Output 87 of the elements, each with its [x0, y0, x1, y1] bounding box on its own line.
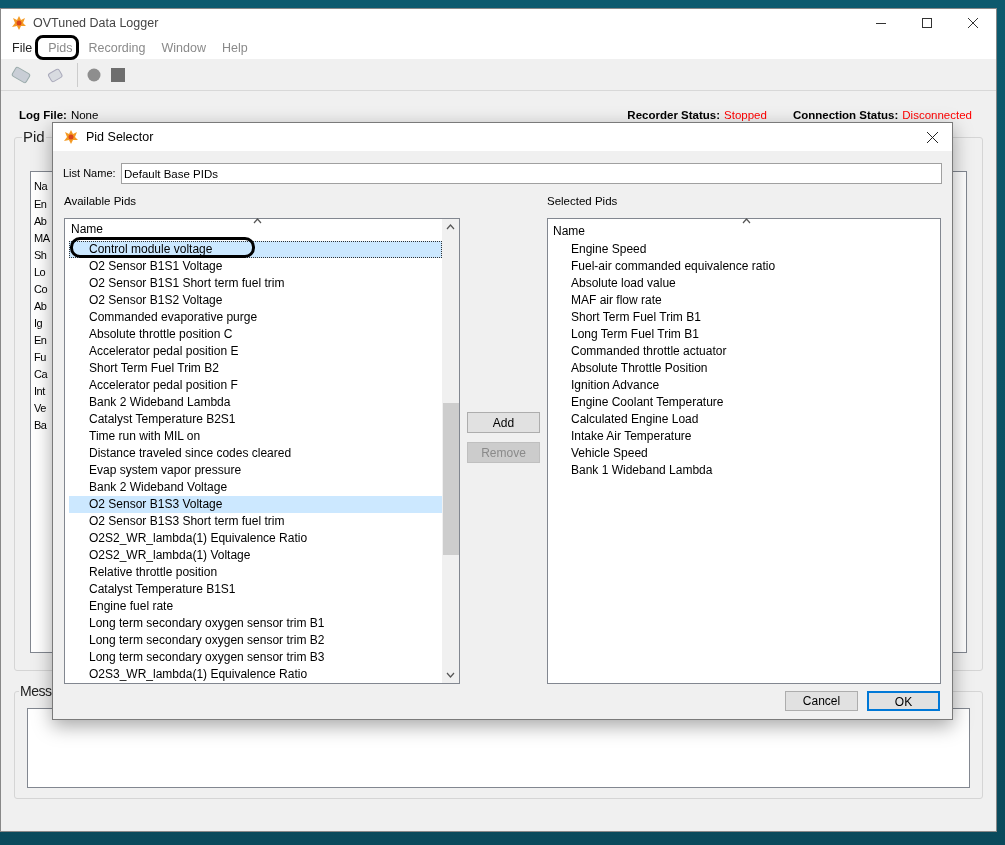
list-item[interactable]: Ca [34, 365, 48, 383]
list-item[interactable]: Lo [34, 263, 46, 281]
list-item[interactable]: Calculated Engine Load [552, 411, 940, 429]
list-item[interactable]: O2 Sensor B1S1 Short term fuel trim [69, 275, 442, 293]
list-item[interactable]: O2S3_WR_lambda(1) Equivalence Ratio [69, 666, 442, 684]
list-item[interactable]: Ve [34, 399, 46, 417]
list-item[interactable]: Engine Speed [552, 241, 940, 259]
list-item[interactable]: Commanded throttle actuator [552, 343, 940, 361]
list-item[interactable]: Evap system vapor pressure [69, 462, 442, 480]
list-item[interactable]: O2S2_WR_lambda(1) Equivalence Ratio [69, 530, 442, 548]
list-item[interactable]: MA [34, 229, 50, 247]
list-item[interactable]: O2 Sensor B1S3 Voltage [69, 496, 442, 514]
list-item[interactable]: En [34, 331, 47, 349]
list-item[interactable]: Long term secondary oxygen sensor trim B2 [69, 632, 442, 650]
flame-icon [11, 15, 27, 31]
column-header: Name [69, 219, 442, 242]
list-item[interactable]: Long term secondary oxygen sensor trim B3 [69, 649, 442, 667]
list-item[interactable]: Ig [34, 314, 43, 332]
list-item[interactable]: Time run with MIL on [69, 428, 442, 446]
close-icon [968, 18, 978, 28]
maximize-icon [922, 18, 932, 28]
list-label: Selected Pids [547, 194, 618, 209]
list-item[interactable]: Bank 1 Wideband Lambda [552, 462, 940, 480]
list-item[interactable]: Absolute throttle position C [69, 326, 442, 344]
dialog-title: Pid Selector [86, 128, 154, 146]
list-item[interactable]: Fuel-air commanded equivalence ratio [552, 258, 940, 276]
status-label: Recorder Status: [627, 108, 721, 123]
list-item[interactable]: O2S2_WR_lambda(1) Voltage [69, 547, 442, 565]
list-item[interactable]: O2 Sensor B1S2 Voltage [69, 292, 442, 310]
list-name-label: List Name: [63, 166, 117, 182]
column-header: Na [34, 178, 48, 194]
menu-item[interactable]: File [4, 38, 41, 58]
dialog-button[interactable]: OK [867, 691, 940, 712]
list-item[interactable]: Vehicle Speed [552, 445, 940, 463]
list-item[interactable]: Sh [34, 246, 47, 264]
record-icon[interactable] [86, 66, 102, 83]
list-item[interactable]: Accelerator pedal position F [69, 377, 442, 395]
list-item[interactable]: Ignition Advance [552, 377, 940, 395]
group-title: Pid [22, 127, 46, 148]
window-title: OVTuned Data Logger [33, 14, 159, 32]
log-file-label: Log File: [19, 108, 67, 123]
list-item[interactable]: Bank 2 Wideband Lambda [69, 394, 442, 412]
flame-icon [63, 129, 79, 145]
list-item[interactable]: Absolute Throttle Position [552, 360, 940, 378]
list-item[interactable]: Long Term Fuel Trim B1 [552, 326, 940, 344]
list-item[interactable]: MAF air flow rate [552, 292, 940, 310]
list-item[interactable]: Short Term Fuel Trim B2 [69, 360, 442, 378]
list-item[interactable]: O2 Sensor B1S1 Voltage [69, 258, 442, 276]
caret-icon [446, 672, 455, 679]
sort-caret-icon [253, 218, 262, 225]
list-item[interactable]: Long term secondary oxygen sensor trim B1 [69, 615, 442, 633]
list-item[interactable]: Accelerator pedal position E [69, 343, 442, 361]
list-item[interactable]: Short Term Fuel Trim B1 [552, 309, 940, 327]
list-item[interactable]: Intake Air Temperature [552, 428, 940, 446]
transfer-button[interactable]: Add [467, 412, 540, 434]
list-item[interactable]: O2 Sensor B1S3 Short term fuel trim [69, 513, 442, 531]
list-item[interactable]: Int [34, 382, 45, 400]
list-item[interactable]: En [34, 195, 47, 213]
close-icon [926, 131, 938, 143]
list-name-field[interactable]: Default Base PIDs [121, 163, 942, 184]
list-item[interactable]: Catalyst Temperature B1S1 [69, 581, 442, 599]
list-item[interactable]: Ba [34, 416, 47, 434]
scrollbar[interactable] [442, 219, 459, 684]
list-item[interactable]: Engine fuel rate [69, 598, 442, 616]
stop-icon[interactable] [110, 66, 126, 83]
list-item[interactable]: Fu [34, 348, 46, 366]
sort-caret-icon [742, 218, 751, 225]
list-label: Available Pids [64, 194, 138, 209]
status-value: Disconnected [902, 108, 972, 123]
scrollbar-thumb[interactable] [443, 403, 459, 556]
list-item[interactable]: Co [34, 280, 48, 298]
list-item[interactable]: Relative throttle position [69, 564, 442, 582]
list-item[interactable]: Ab [34, 212, 47, 230]
list-item[interactable]: Engine Coolant Temperature [552, 394, 940, 412]
status-label: Connection Status: [792, 108, 899, 123]
log-file-value: None [70, 108, 99, 123]
sort-caret-icon [446, 224, 455, 231]
status-value: Stopped [724, 108, 767, 123]
column-header: Name [552, 219, 940, 242]
list-item[interactable]: Ab [34, 297, 47, 315]
dialog-button[interactable]: Cancel [785, 691, 858, 712]
list-item[interactable]: Bank 2 Wideband Voltage [69, 479, 442, 497]
group-title: Mess [19, 682, 53, 702]
list-item[interactable]: Distance traveled since codes cleared [69, 445, 442, 463]
list-item[interactable]: Absolute load value [552, 275, 940, 293]
list-item[interactable]: Catalyst Temperature B2S1 [69, 411, 442, 429]
list-item[interactable]: Commanded evaporative purge [69, 309, 442, 327]
